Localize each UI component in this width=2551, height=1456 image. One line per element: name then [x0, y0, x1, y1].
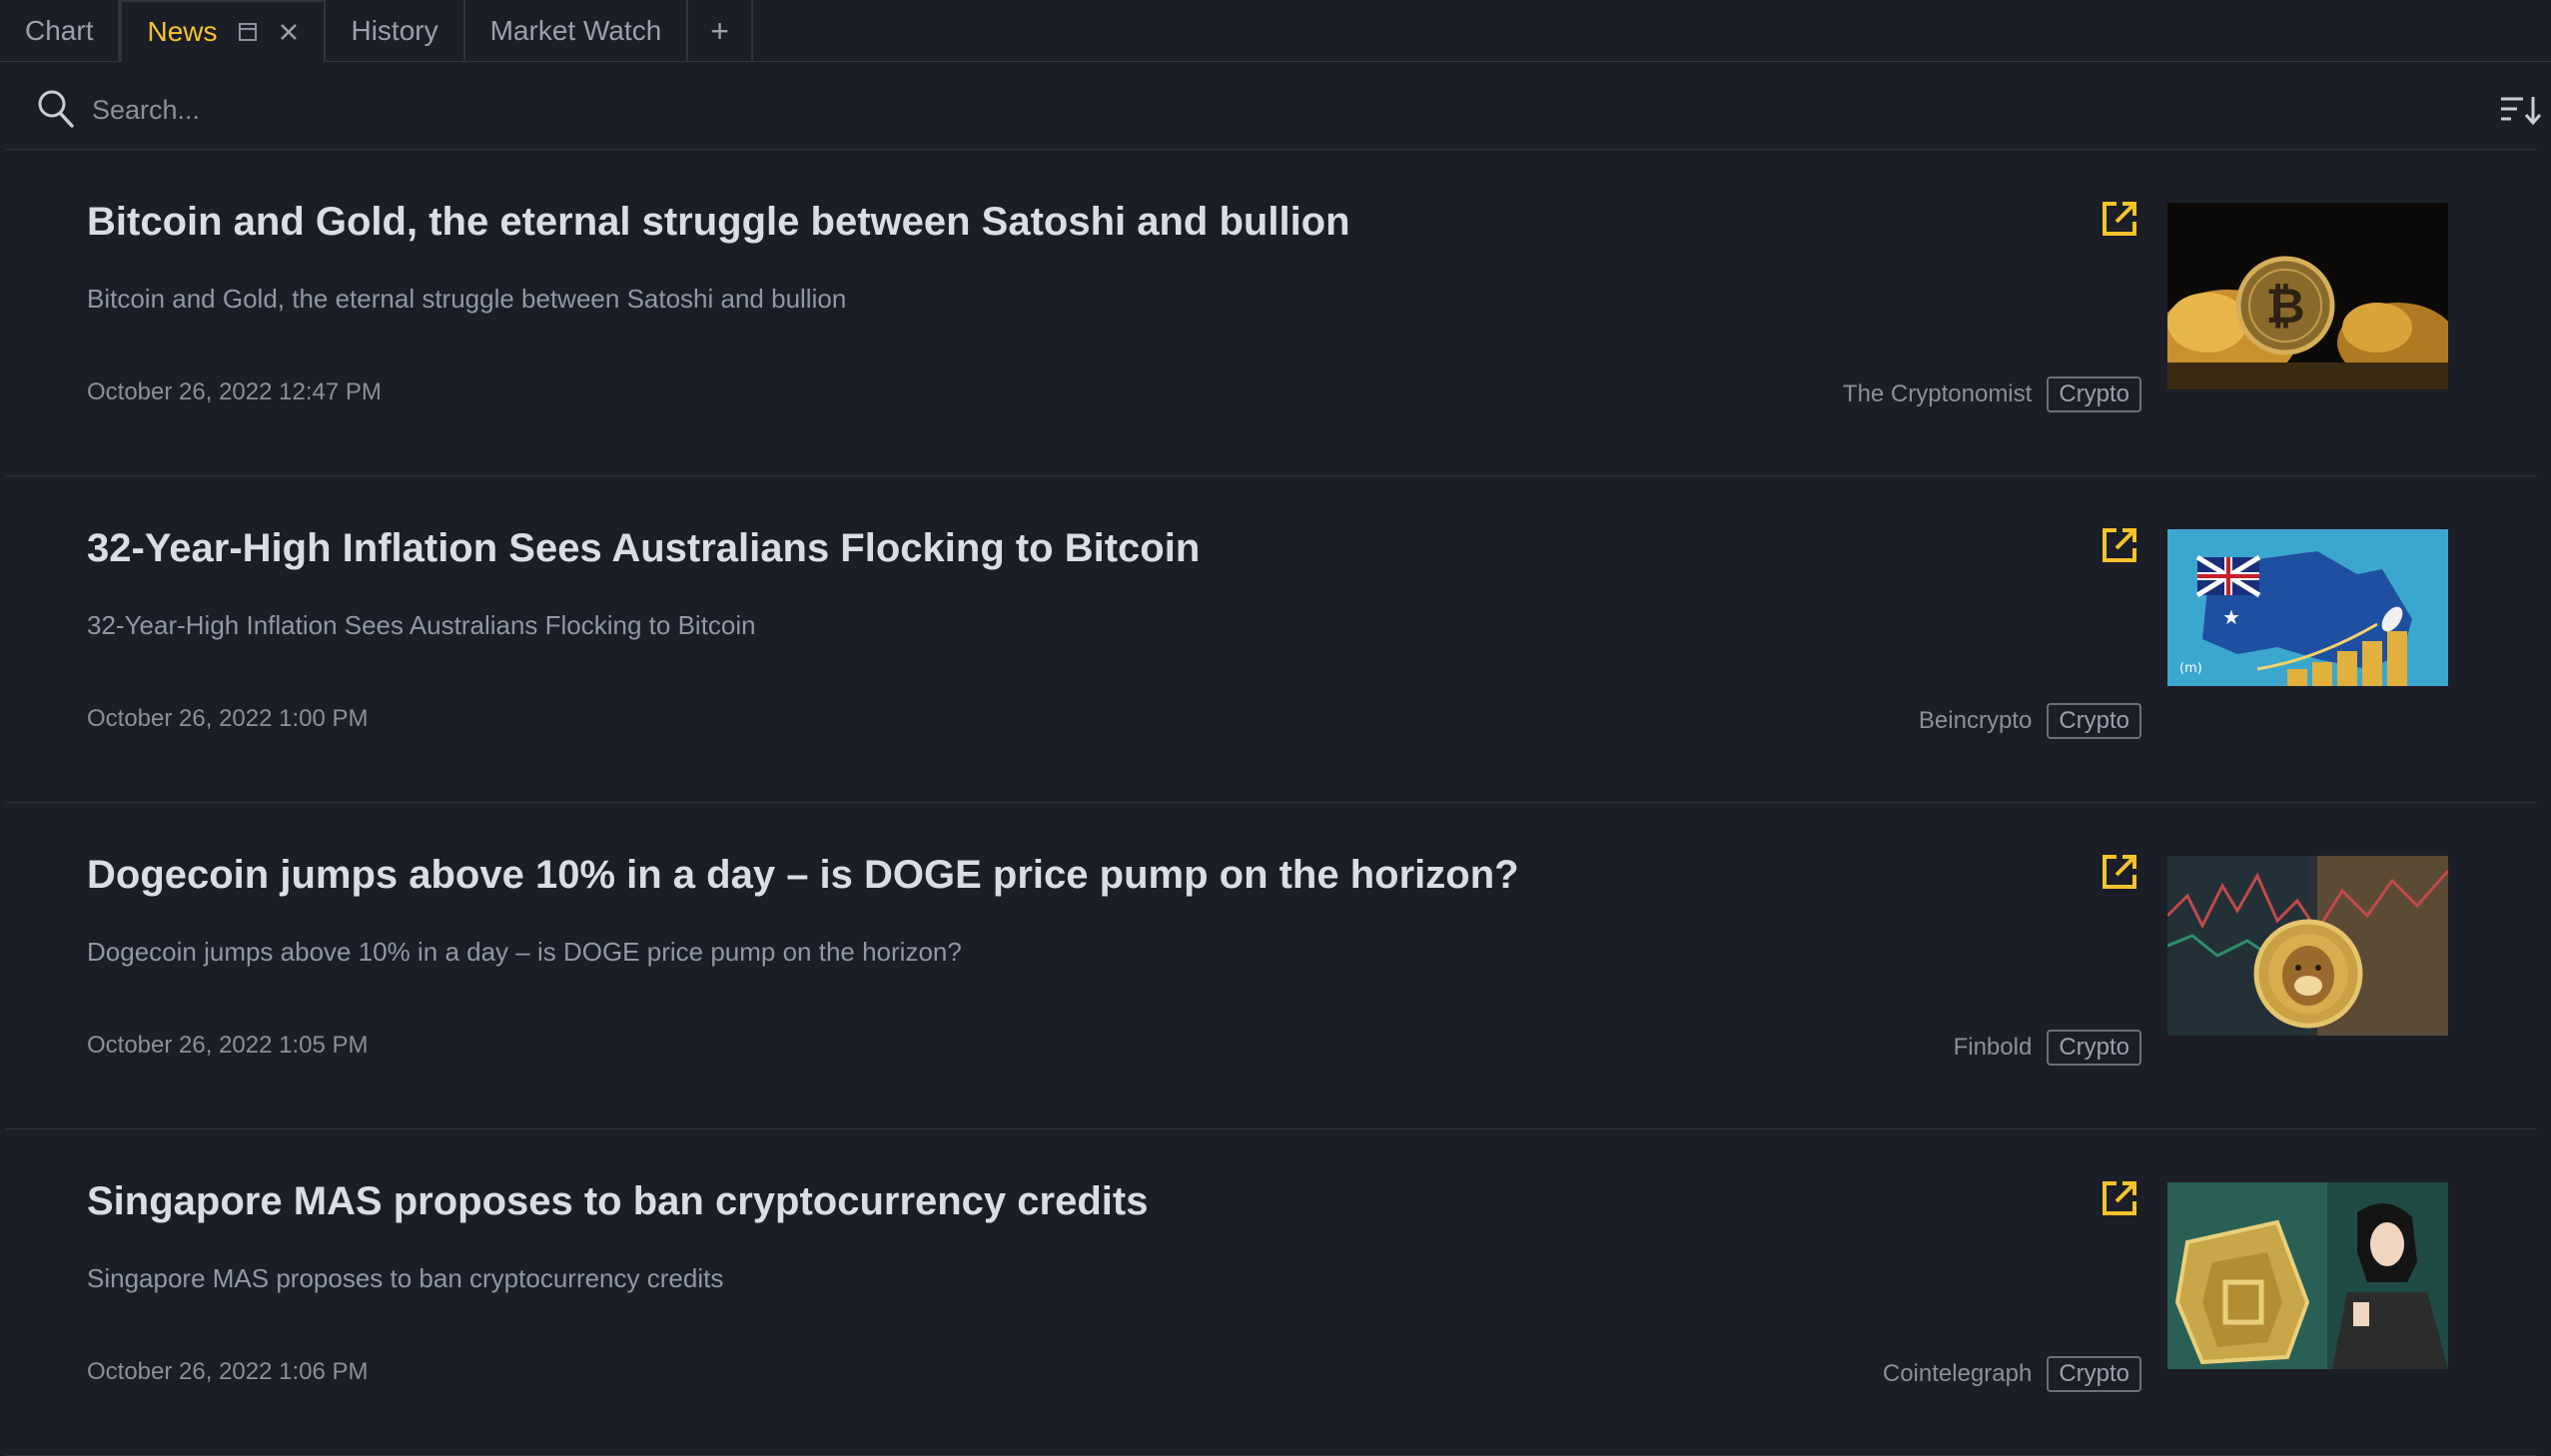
close-icon[interactable] — [279, 22, 299, 42]
search-input[interactable] — [90, 88, 2337, 132]
tab-history[interactable]: History — [326, 0, 465, 62]
tab-news[interactable]: News — [120, 0, 327, 62]
add-tab-label: + — [710, 12, 729, 49]
tab-bar: Chart News History Market Watch + — [0, 0, 2551, 62]
tab-label: Chart — [25, 15, 94, 46]
news-item[interactable]: 32-Year-High Inflation Sees Australians … — [6, 476, 2537, 803]
news-source: The Cryptonomist — [1842, 380, 2033, 407]
external-link-icon[interactable] — [2101, 526, 2138, 569]
svg-text:₿: ₿ — [2265, 279, 2304, 335]
news-title[interactable]: 32-Year-High Inflation Sees Australians … — [87, 526, 1200, 571]
tab-label: Market Watch — [489, 15, 662, 46]
news-item[interactable]: Bitcoin and Gold, the eternal struggle b… — [6, 150, 2537, 476]
category-tag: Crypto — [2047, 703, 2141, 739]
news-title[interactable]: Dogecoin jumps above 10% in a day – is D… — [87, 853, 1519, 898]
news-item[interactable]: Dogecoin jumps above 10% in a day – is D… — [6, 803, 2537, 1129]
news-summary: Dogecoin jumps above 10% in a day – is D… — [87, 937, 962, 967]
news-thumbnail: ★ (m) — [2167, 529, 2448, 686]
category-tag: Crypto — [2047, 1356, 2141, 1392]
news-source: Beincrypto — [1918, 707, 2033, 734]
news-source: Finbold — [1953, 1034, 2033, 1061]
tab-label: News — [147, 16, 218, 47]
svg-text:★: ★ — [2222, 605, 2240, 629]
search-icon — [36, 88, 76, 135]
news-date: October 26, 2022 12:47 PM — [87, 378, 382, 405]
news-summary: Bitcoin and Gold, the eternal struggle b… — [87, 284, 847, 314]
tab-label: History — [351, 15, 438, 46]
news-summary: Singapore MAS proposes to ban cryptocurr… — [87, 1263, 724, 1293]
news-summary: 32-Year-High Inflation Sees Australians … — [87, 610, 756, 640]
news-item[interactable]: Singapore MAS proposes to ban cryptocurr… — [6, 1129, 2537, 1456]
popout-icon[interactable] — [237, 21, 259, 43]
news-date: October 26, 2022 1:05 PM — [87, 1032, 369, 1059]
news-date: October 26, 2022 1:00 PM — [87, 705, 369, 732]
news-meta: Beincrypto Crypto — [1919, 703, 2141, 739]
news-meta: Finbold Crypto — [1954, 1030, 2141, 1066]
external-link-icon[interactable] — [2101, 1179, 2138, 1222]
news-list: Bitcoin and Gold, the eternal struggle b… — [6, 150, 2537, 1456]
news-thumbnail: ₿ — [2167, 203, 2448, 389]
sort-descending-icon[interactable] — [2499, 94, 2543, 131]
news-date: October 26, 2022 1:06 PM — [87, 1358, 369, 1385]
search-bar — [6, 70, 2542, 150]
news-source: Cointelegraph — [1882, 1360, 2033, 1387]
news-title[interactable]: Bitcoin and Gold, the eternal struggle b… — [87, 200, 1350, 245]
svg-text:(m): (m) — [2179, 661, 2202, 676]
category-tag: Crypto — [2047, 376, 2141, 412]
news-title[interactable]: Singapore MAS proposes to ban cryptocurr… — [87, 1179, 1148, 1224]
news-thumbnail — [2167, 1182, 2448, 1369]
news-meta: Cointelegraph Crypto — [1883, 1356, 2141, 1392]
news-thumbnail — [2167, 856, 2448, 1036]
news-meta: The Cryptonomist Crypto — [1843, 376, 2141, 412]
external-link-icon[interactable] — [2101, 853, 2138, 896]
external-link-icon[interactable] — [2101, 200, 2138, 243]
add-tab-button[interactable]: + — [688, 0, 753, 62]
tab-market-watch[interactable]: Market Watch — [465, 0, 689, 62]
category-tag: Crypto — [2047, 1030, 2141, 1066]
tab-chart[interactable]: Chart — [0, 0, 121, 62]
